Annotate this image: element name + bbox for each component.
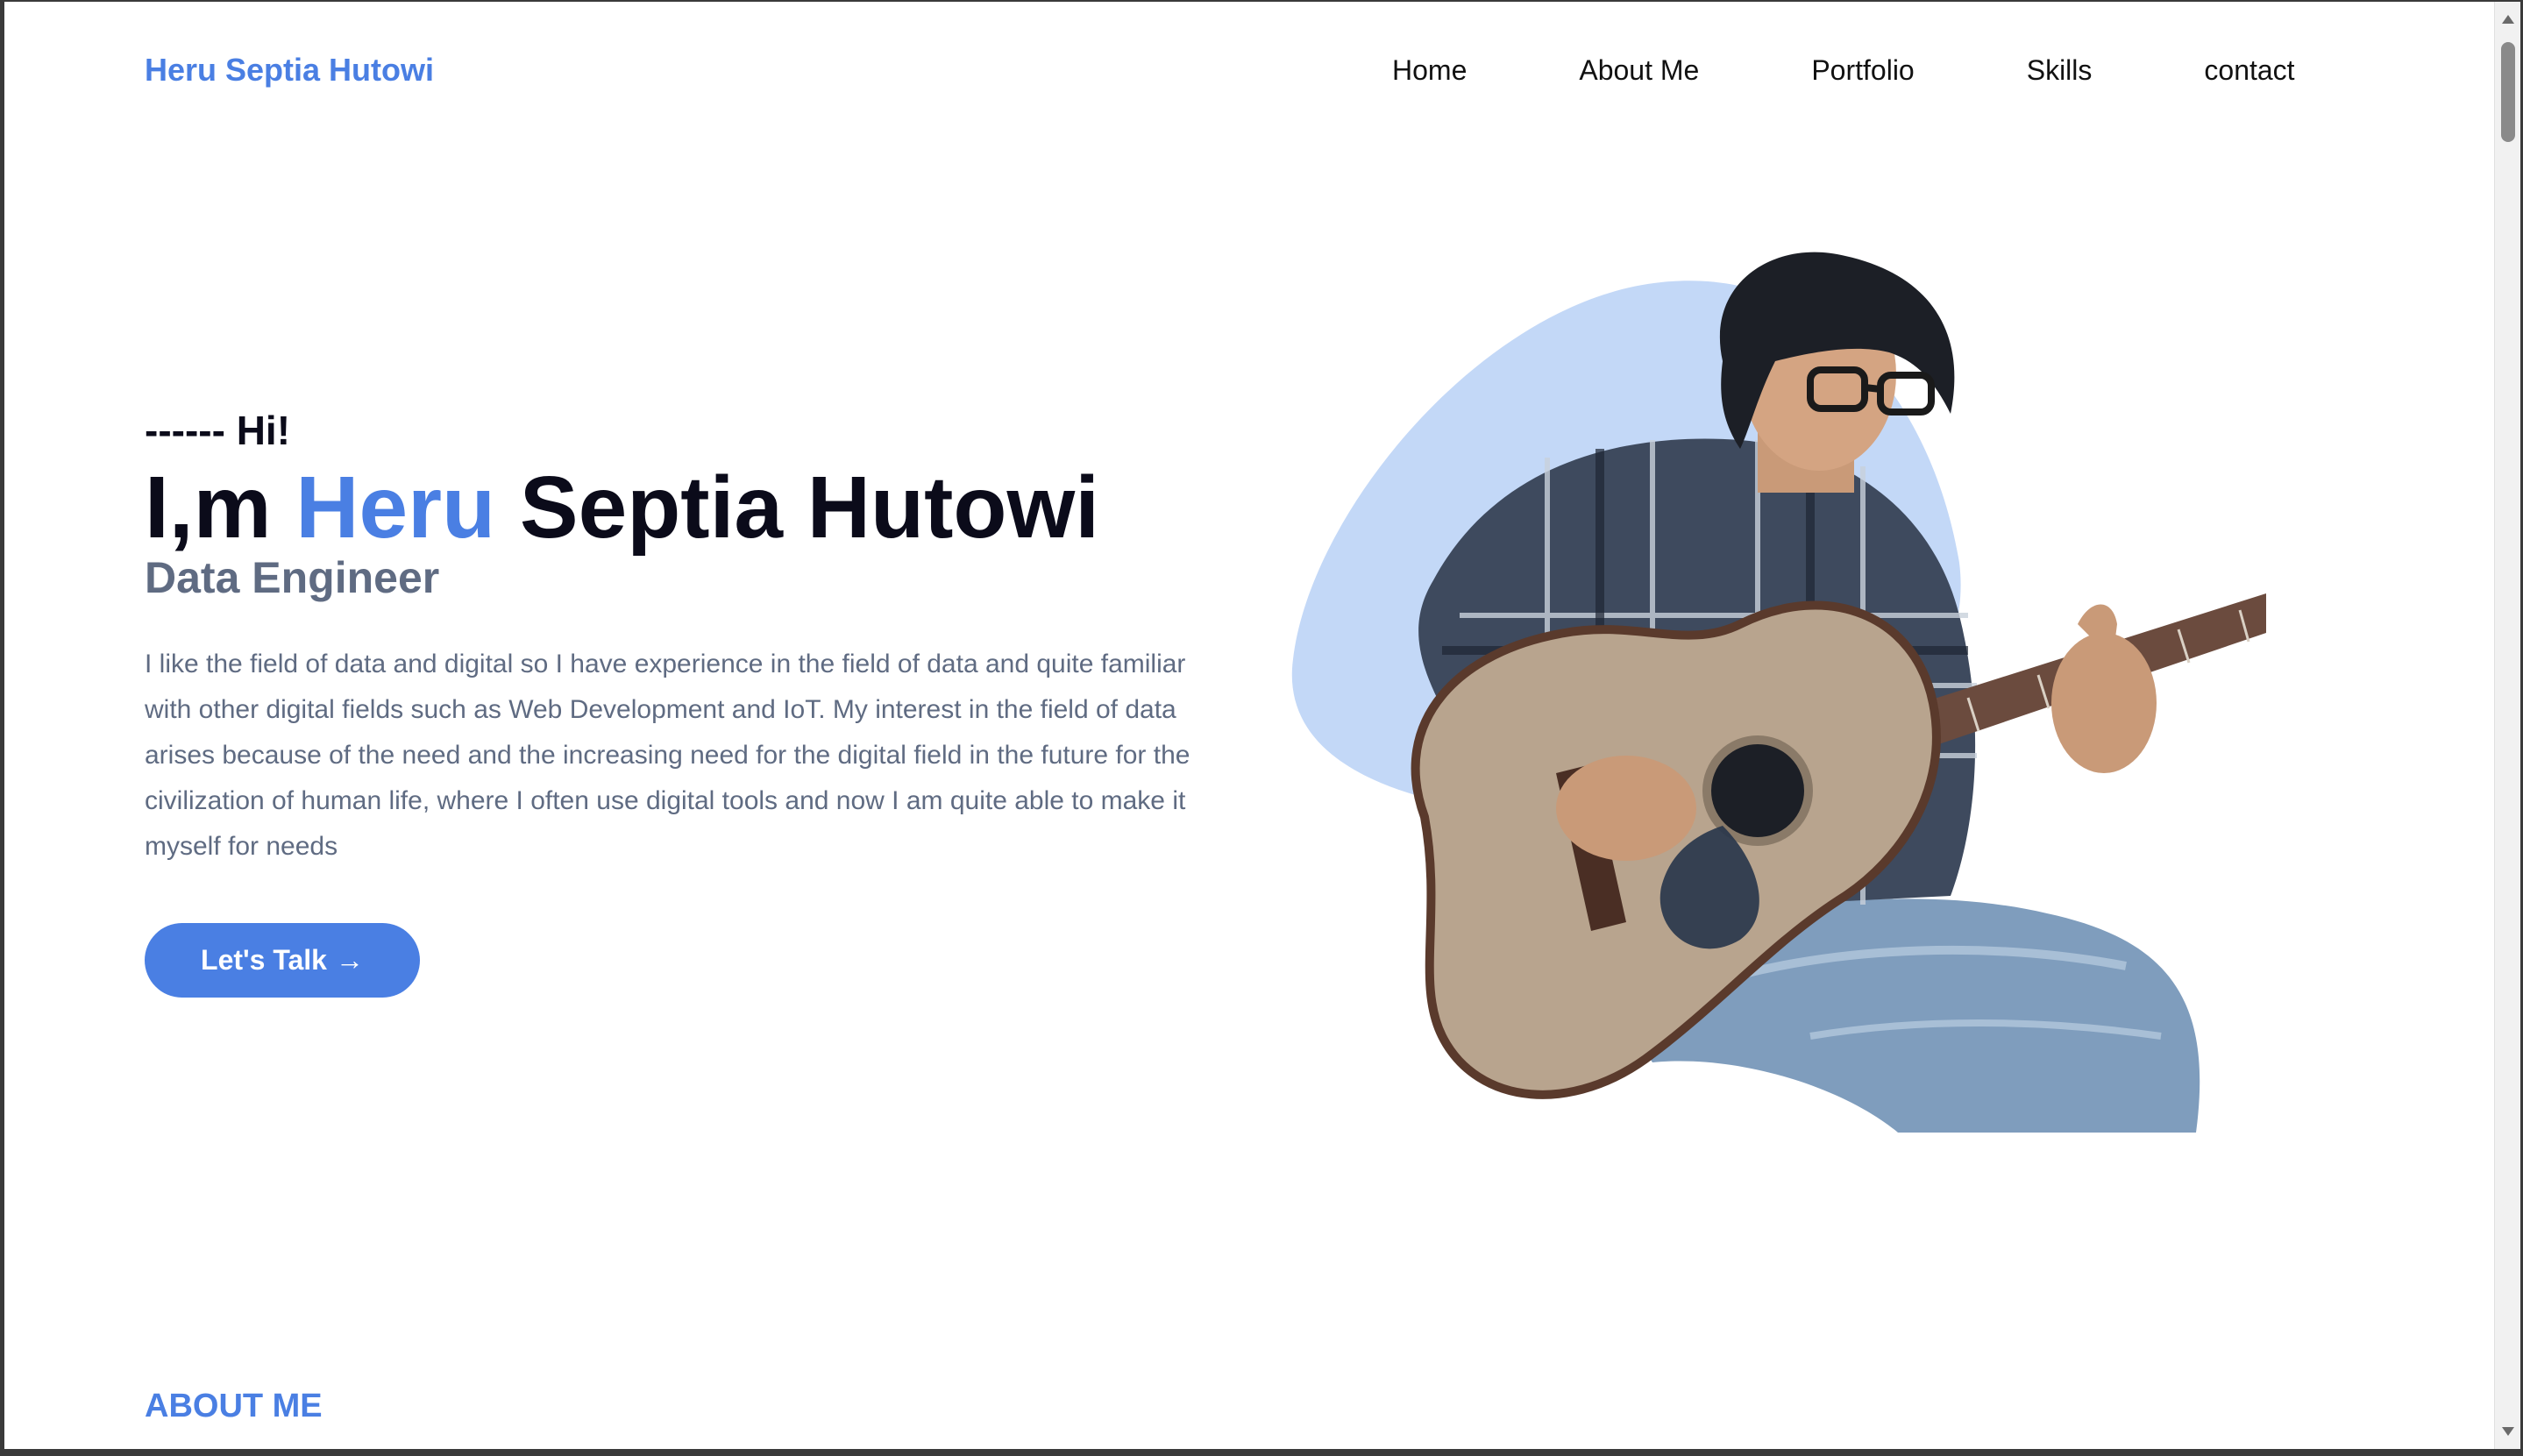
fretting-hand [2051, 633, 2157, 773]
site-brand[interactable]: Heru Septia Hutowi [145, 52, 434, 89]
nav-home[interactable]: Home [1392, 54, 1467, 87]
about-me-heading: ABOUT ME [145, 1388, 323, 1424]
nav-portfolio[interactable]: Portfolio [1811, 54, 1914, 87]
lets-talk-label: Let's Talk [201, 944, 327, 976]
strumming-hand [1556, 756, 1696, 861]
triangle-down-icon [2502, 1427, 2514, 1436]
hero-role: Data Engineer [145, 553, 440, 602]
scrollbar-thumb[interactable] [2501, 42, 2515, 142]
hero-bio: I like the field of data and digital so … [145, 650, 1190, 861]
scroll-up-button[interactable] [2495, 7, 2521, 32]
vertical-scrollbar[interactable] [2494, 2, 2520, 1449]
main-nav: Home About Me Portfolio Skills contact [1392, 54, 2295, 87]
headline-prefix: I,m [145, 458, 296, 557]
hero-image [1291, 252, 2266, 1133]
nav-skills[interactable]: Skills [2027, 54, 2093, 87]
triangle-up-icon [2502, 15, 2514, 24]
scroll-down-button[interactable] [2495, 1419, 2521, 1444]
page: Heru Septia Hutowi Home About Me Portfol… [4, 2, 2494, 1449]
hero-headline: I,m Heru Septia Hutowi [145, 459, 1099, 556]
headline-accent-name: Heru [295, 458, 496, 557]
lets-talk-button[interactable]: Let's Talk → [145, 923, 420, 998]
nav-about-me[interactable]: About Me [1579, 54, 1699, 87]
headline-suffix: Septia Hutowi [495, 458, 1100, 557]
hero-greeting: ------ Hi! [145, 408, 291, 453]
nav-contact[interactable]: contact [2204, 54, 2294, 87]
arrow-right-icon: → [335, 944, 364, 976]
